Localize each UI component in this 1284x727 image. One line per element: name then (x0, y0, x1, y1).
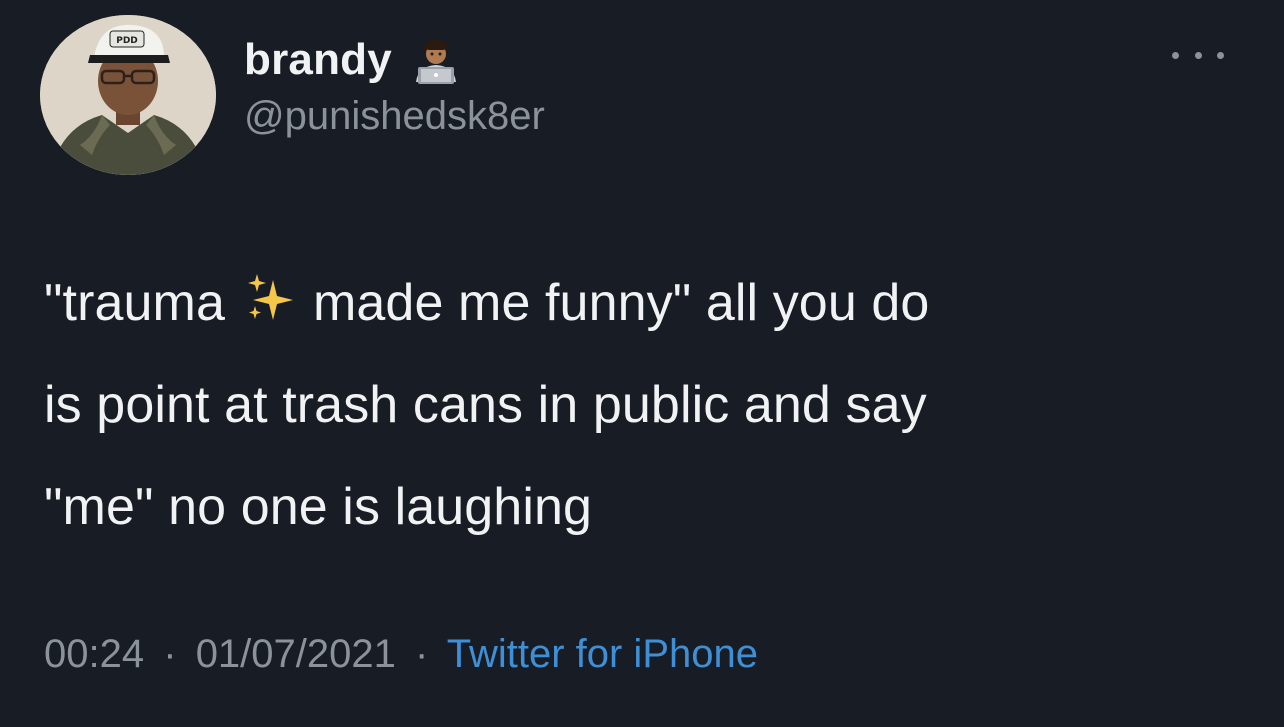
profile-photo: PDD (40, 15, 216, 175)
tweet-card: PDD brandy @punishedsk8er "trauma made m… (0, 0, 1284, 727)
tweet-line-2: is point at trash cans in public and say (44, 376, 927, 434)
meta-separator: · (415, 632, 429, 676)
name-row: brandy (244, 30, 462, 90)
tweet-source-link[interactable]: Twitter for iPhone (447, 632, 758, 676)
more-dot (1172, 51, 1179, 59)
more-dot (1194, 51, 1202, 59)
sparkles-emoji (248, 274, 293, 320)
tweet-time: 00:24 (44, 632, 145, 676)
tweet-text: "trauma made me funny" all you do is poi… (44, 252, 1254, 558)
technologist-emoji (415, 39, 456, 84)
svg-text:PDD: PDD (116, 36, 138, 46)
more-options-icon[interactable] (1172, 40, 1224, 70)
meta-separator: · (163, 632, 177, 676)
tweet-meta: 00:24 · 01/07/2021 · Twitter for iPhone (44, 632, 758, 677)
tweet-line-1: "trauma made me funny" all you do (44, 252, 1254, 354)
more-dot (1217, 51, 1224, 59)
tweet-date[interactable]: 01/07/2021 (196, 632, 396, 676)
display-name[interactable]: brandy (244, 35, 392, 85)
avatar[interactable]: PDD (40, 15, 216, 175)
user-handle[interactable]: @punishedsk8er (244, 94, 545, 139)
tweet-text-segment: made me funny" all you do (313, 274, 930, 332)
tweet-line-3: "me" no one is laughing (44, 478, 593, 536)
tweet-text-segment: "trauma (44, 274, 225, 332)
